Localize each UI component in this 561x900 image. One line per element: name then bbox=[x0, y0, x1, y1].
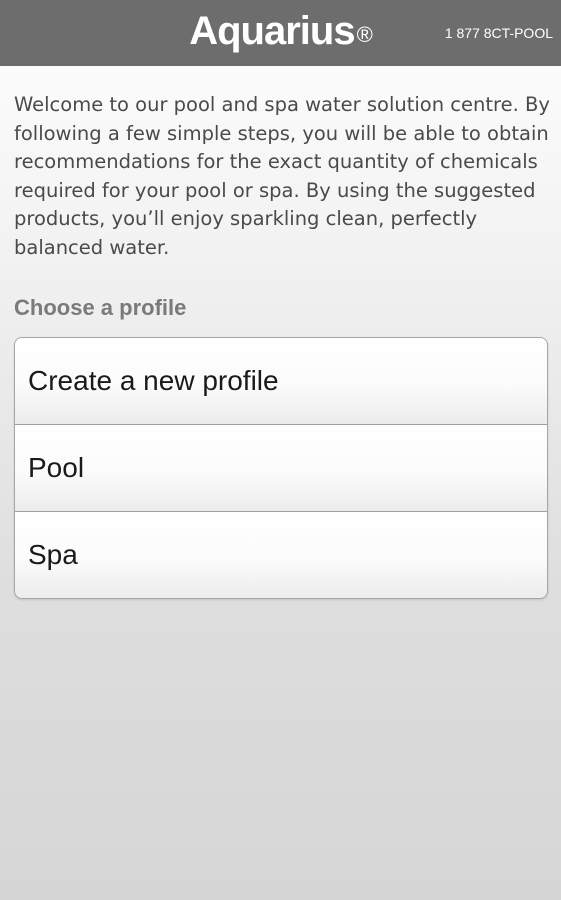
registered-mark: ® bbox=[356, 22, 373, 47]
intro-text: Welcome to our pool and spa water soluti… bbox=[14, 93, 550, 259]
phone-number[interactable]: 1 877 8CT-POOL bbox=[445, 24, 553, 42]
profile-list: Create a new profile Pool Spa bbox=[14, 337, 548, 599]
logo-text: Aquarius bbox=[189, 9, 355, 53]
app-header: Aquarius® 1 877 8CT-POOL bbox=[0, 0, 561, 66]
profile-item-pool[interactable]: Pool bbox=[15, 425, 547, 512]
profile-item-spa[interactable]: Spa bbox=[15, 512, 547, 598]
create-new-profile-button[interactable]: Create a new profile bbox=[15, 338, 547, 425]
choose-profile-label: Choose a profile bbox=[14, 295, 187, 320]
